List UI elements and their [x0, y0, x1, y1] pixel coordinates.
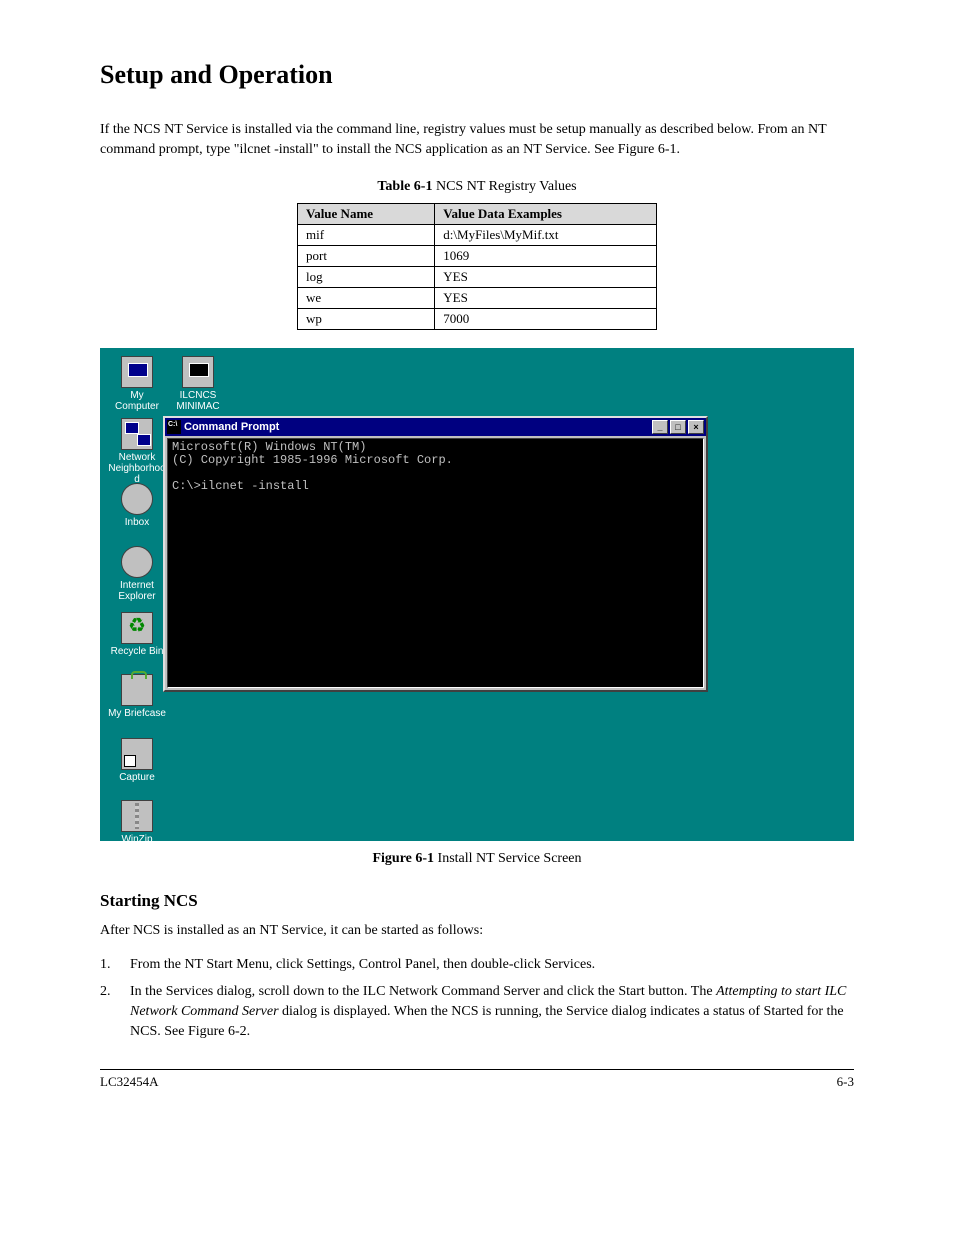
step-number: 1.: [100, 955, 130, 975]
table-caption: Table 6-1 NCS NT Registry Values: [100, 179, 854, 195]
footer-right: 6-3: [837, 1074, 854, 1090]
desktop-icon-label: ILCNCS MINIMAC: [168, 390, 228, 412]
intro-paragraph: If the NCS NT Service is installed via t…: [100, 120, 854, 159]
recycle-icon: [121, 612, 153, 644]
desktop-icon-capture[interactable]: Capture: [107, 738, 167, 783]
desktop-icon-label: Internet Explorer: [107, 580, 167, 602]
desktop-icon-ie[interactable]: Internet Explorer: [107, 546, 167, 602]
desktop-icon-my-computer[interactable]: My Computer: [107, 356, 167, 412]
titlebar[interactable]: Command Prompt _ □ ×: [165, 418, 706, 436]
computer-icon: [121, 356, 153, 388]
desktop-icon-ilcncs[interactable]: ILCNCS MINIMAC: [168, 356, 228, 412]
desktop-screenshot: My Computer ILCNCS MINIMAC Network Neigh…: [100, 348, 854, 841]
step-row-2: 2. In the Services dialog, scroll down t…: [100, 982, 854, 1041]
window-title: Command Prompt: [184, 421, 279, 433]
maximize-button[interactable]: □: [670, 420, 686, 434]
terminal-line: C:\>ilcnet -install: [172, 479, 309, 493]
briefcase-icon: [121, 674, 153, 706]
table-row: port1069: [298, 246, 657, 267]
desktop-icon-network[interactable]: Network Neighborhood: [107, 418, 167, 485]
desktop-icon-briefcase[interactable]: My Briefcase: [107, 674, 167, 719]
page-footer: LC32454A 6-3: [100, 1070, 854, 1090]
desktop-icon-label: Recycle Bin: [107, 646, 167, 657]
capture-icon: [121, 738, 153, 770]
terminal-icon: [182, 356, 214, 388]
col-header-value: Value Data Examples: [435, 204, 657, 225]
table-row: mifd:\MyFiles\MyMif.txt: [298, 225, 657, 246]
globe-icon: [121, 483, 153, 515]
figure-caption-rest: Install NT Service Screen: [434, 851, 581, 866]
ie-icon: [121, 546, 153, 578]
close-button[interactable]: ×: [688, 420, 704, 434]
command-prompt-window[interactable]: Command Prompt _ □ × Microsoft(R) Window…: [163, 416, 708, 692]
table-row: weYES: [298, 288, 657, 309]
section-intro: After NCS is installed as an NT Service,…: [100, 921, 854, 941]
network-icon: [121, 418, 153, 450]
minimize-button[interactable]: _: [652, 420, 668, 434]
step-text: From the NT Start Menu, click Settings, …: [130, 955, 854, 975]
table-row: logYES: [298, 267, 657, 288]
table-caption-rest: NCS NT Registry Values: [432, 179, 576, 194]
terminal-content[interactable]: Microsoft(R) Windows NT(TM) (C) Copyrigh…: [167, 438, 704, 688]
step-row-1: 1. From the NT Start Menu, click Setting…: [100, 955, 854, 975]
desktop-icon-recycle[interactable]: Recycle Bin: [107, 612, 167, 657]
terminal-line: Microsoft(R) Windows NT(TM): [172, 440, 366, 454]
step-number: 2.: [100, 982, 130, 1041]
desktop-icon-label: Capture: [107, 772, 167, 783]
desktop-icon-label: My Computer: [107, 390, 167, 412]
step-text: In the Services dialog, scroll down to t…: [130, 982, 854, 1041]
figure-caption-bold: Figure 6-1: [372, 851, 434, 866]
col-header-name: Value Name: [298, 204, 435, 225]
winzip-icon: [121, 800, 153, 832]
table-row: wp7000: [298, 309, 657, 330]
registry-table: Value Name Value Data Examples mifd:\MyF…: [297, 203, 657, 330]
desktop-icon-label: Inbox: [107, 517, 167, 528]
desktop-icon-label: WinZip: [107, 834, 167, 841]
terminal-line: (C) Copyright 1985-1996 Microsoft Corp.: [172, 453, 453, 467]
figure-caption: Figure 6-1 Install NT Service Screen: [100, 851, 854, 867]
table-header-row: Value Name Value Data Examples: [298, 204, 657, 225]
system-menu-icon[interactable]: [167, 420, 181, 434]
table-caption-bold: Table 6-1: [377, 179, 432, 194]
desktop-icon-winzip[interactable]: WinZip: [107, 800, 167, 841]
page-title: Setup and Operation: [100, 60, 854, 90]
footer-left: LC32454A: [100, 1074, 159, 1090]
desktop-icon-inbox[interactable]: Inbox: [107, 483, 167, 528]
desktop-icon-label: Network Neighborhood: [107, 452, 167, 485]
desktop-icon-label: My Briefcase: [107, 708, 167, 719]
section-heading: Starting NCS: [100, 891, 854, 911]
